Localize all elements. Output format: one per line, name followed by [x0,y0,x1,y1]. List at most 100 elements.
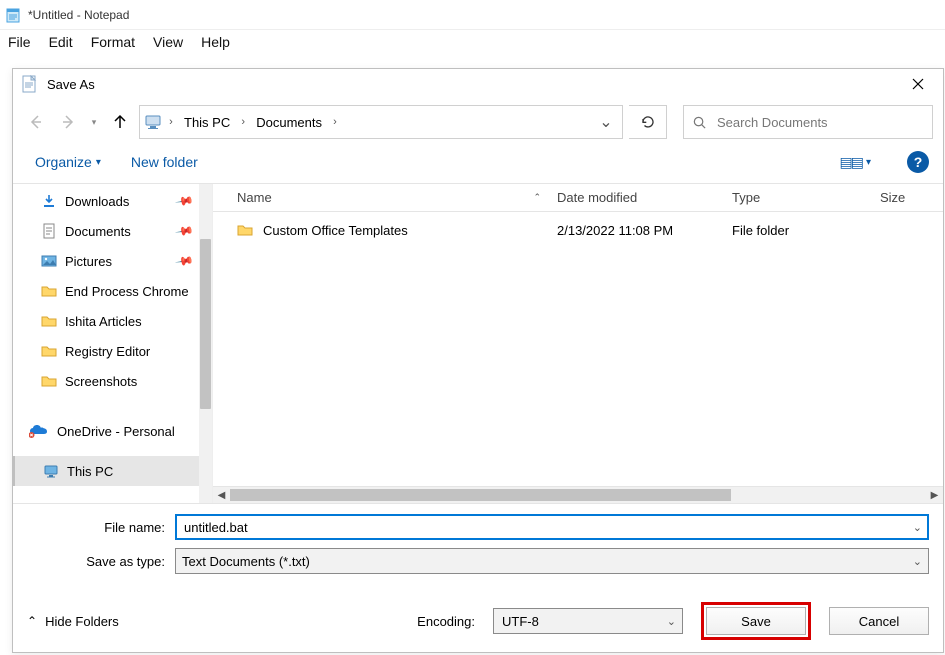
onedrive-icon [29,424,49,438]
tree-registry-editor[interactable]: Registry Editor [13,336,212,366]
view-button[interactable]: ▤▤ ▾ [834,152,878,173]
sort-caret-icon: ⌃ [533,192,541,203]
download-icon [41,193,57,209]
tree-screenshots[interactable]: Screenshots [13,366,212,396]
chevron-right-icon: › [164,116,178,128]
organize-button[interactable]: Organize ▾ [35,154,101,170]
file-icon [21,75,39,93]
tree-ishita-articles[interactable]: Ishita Articles [13,306,212,336]
menu-format[interactable]: Format [91,34,135,50]
close-button[interactable] [897,70,939,98]
search-input[interactable] [715,114,924,131]
scrollbar-thumb[interactable] [200,239,211,409]
menu-help[interactable]: Help [201,34,230,50]
menu-view[interactable]: View [153,34,183,50]
nav-back-button [23,109,49,135]
pin-icon: 📌 [174,191,194,211]
saveastype-value: Text Documents (*.txt) [182,554,310,569]
notepad-icon [6,7,22,23]
column-date[interactable]: Date modified [549,190,724,205]
pictures-icon [41,253,57,269]
address-row: ▾ › This PC › Documents › ⌄ [13,99,943,145]
row-name: Custom Office Templates [263,223,408,238]
toolbar: Organize ▾ New folder ▤▤ ▾ ? [13,145,943,184]
chevron-down-icon[interactable]: ⌄ [913,555,922,568]
hide-folders-button[interactable]: ⌃ Hide Folders [27,614,119,629]
search-box[interactable] [683,105,933,139]
new-folder-button[interactable]: New folder [131,154,198,170]
column-size[interactable]: Size [872,190,932,205]
pin-icon: 📌 [174,221,194,241]
organize-label: Organize [35,154,92,170]
folder-icon [237,222,253,238]
column-type[interactable]: Type [724,190,872,205]
tree-label: Pictures [65,254,112,269]
scrollbar-thumb[interactable] [230,489,731,501]
scroll-right-icon[interactable]: ▶ [926,487,943,503]
search-icon [692,115,707,130]
tree-scrollbar[interactable] [199,184,212,503]
address-bar[interactable]: › This PC › Documents › ⌄ [139,105,623,139]
arrow-left-icon [28,114,44,130]
help-button[interactable]: ? [907,151,929,173]
row-date: 2/13/2022 11:08 PM [549,223,724,238]
encoding-combo[interactable]: UTF-8 ⌄ [493,608,683,634]
view-icon: ▤▤ [840,154,862,171]
horizontal-scrollbar[interactable]: ◀ ▶ [213,486,943,503]
tree-label: Screenshots [65,374,137,389]
refresh-button[interactable] [629,105,667,139]
scroll-left-icon[interactable]: ◀ [213,487,230,503]
filename-input[interactable] [182,519,922,536]
folder-icon [41,313,57,329]
saveastype-combo[interactable]: Text Documents (*.txt) ⌄ [175,548,929,574]
breadcrumb-this-pc[interactable]: This PC [180,115,234,130]
menu-file[interactable]: File [8,34,31,50]
cancel-button[interactable]: Cancel [829,607,929,635]
tree-documents[interactable]: Documents 📌 [13,216,212,246]
chevron-down-icon[interactable]: ⌄ [913,521,922,534]
saveastype-label: Save as type: [27,554,175,569]
arrow-up-icon [112,114,128,130]
folder-icon [41,343,57,359]
document-icon [41,223,57,239]
chevron-right-icon: › [236,116,250,128]
folder-icon [41,373,57,389]
chevron-down-icon: ▾ [92,117,97,128]
dialog-title-bar: Save As [13,69,943,99]
tree-downloads[interactable]: Downloads 📌 [13,186,212,216]
notepad-menu-bar: File Edit Format View Help [0,30,945,58]
list-row[interactable]: Custom Office Templates 2/13/2022 11:08 … [229,212,943,248]
tree-this-pc[interactable]: This PC [13,456,212,486]
address-dropdown[interactable]: ⌄ [594,112,618,132]
tree-label: Ishita Articles [65,314,142,329]
save-button-highlight: Save [701,602,811,640]
list-rows: Custom Office Templates 2/13/2022 11:08 … [213,212,943,486]
nav-recent-dropdown[interactable]: ▾ [87,109,101,135]
chevron-down-icon[interactable]: ⌄ [667,615,676,628]
encoding-value: UTF-8 [502,614,539,629]
filename-combo[interactable]: ⌄ [175,514,929,540]
column-name-label: Name [237,190,272,205]
chevron-up-icon: ⌃ [27,614,37,628]
menu-edit[interactable]: Edit [49,34,73,50]
tree-end-process-chrome[interactable]: End Process Chrome [13,276,212,306]
tree-label: End Process Chrome [65,284,189,299]
save-as-dialog: Save As ▾ › This PC › Documents › ⌄ [12,68,944,653]
nav-forward-button [55,109,81,135]
pc-icon [144,113,162,131]
close-icon [912,78,924,90]
file-list: Name ⌃ Date modified Type Size Custom Of… [213,184,943,503]
save-button[interactable]: Save [706,607,806,635]
chevron-down-icon: ▾ [96,157,101,168]
notepad-title: *Untitled - Notepad [28,8,129,22]
tree-onedrive[interactable]: OneDrive - Personal [13,416,212,446]
tree-label: OneDrive - Personal [57,424,175,439]
row-type: File folder [724,223,872,238]
tree-label: This PC [67,464,113,479]
tree-pictures[interactable]: Pictures 📌 [13,246,212,276]
folder-icon [41,283,57,299]
pc-icon [43,463,59,479]
nav-up-button[interactable] [107,109,133,135]
column-name[interactable]: Name ⌃ [229,190,549,205]
breadcrumb-documents[interactable]: Documents [252,115,326,130]
